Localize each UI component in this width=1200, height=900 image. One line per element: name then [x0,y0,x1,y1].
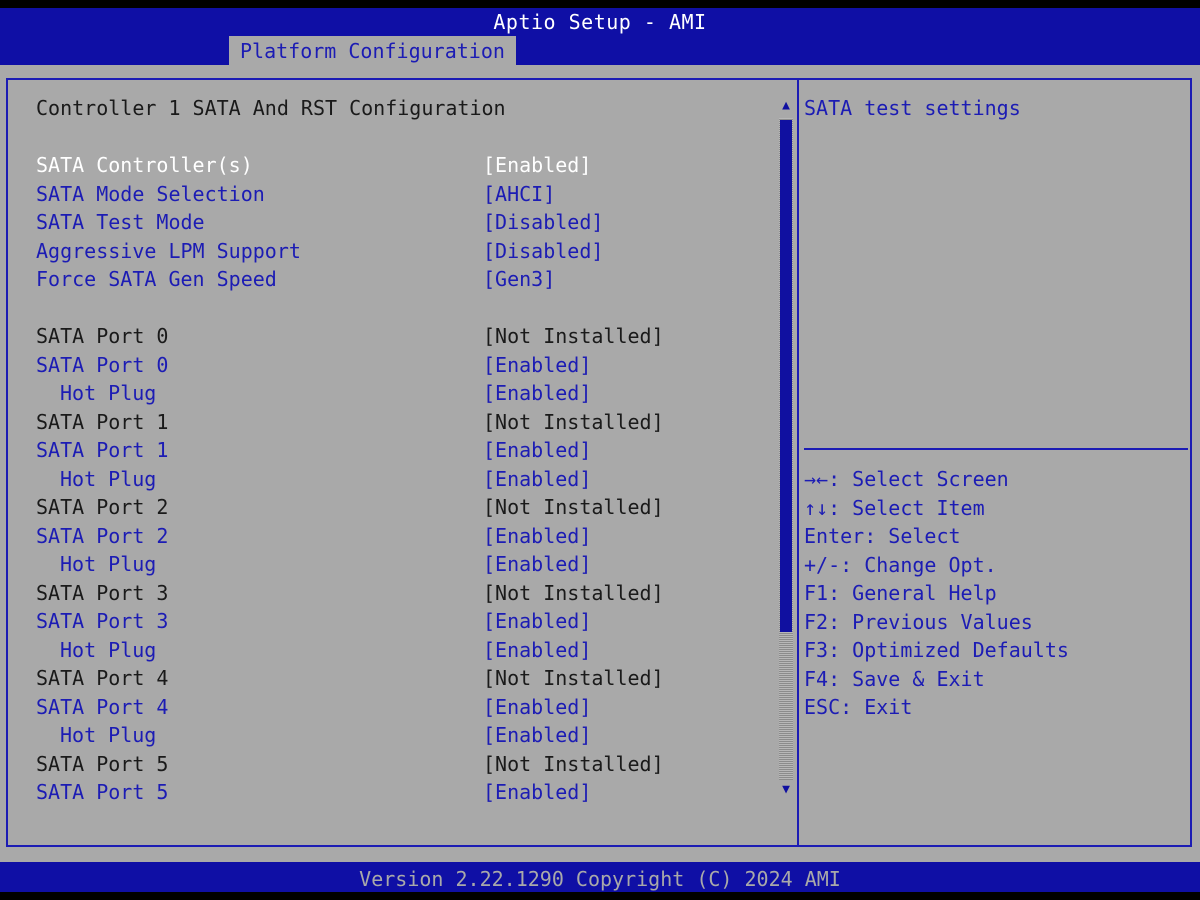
setting-row-hot-plug-3[interactable]: Hot Plug [Enabled] [0,636,780,664]
setting-label: SATA Port 2 [36,524,169,548]
version-text: Version 2.22.1290 Copyright (C) 2024 AMI [359,867,841,891]
setting-row-hot-plug-1[interactable]: Hot Plug [Enabled] [0,465,780,493]
key-hint-esc: ESC: Exit [804,695,913,719]
setting-value[interactable]: [Enabled] [483,778,591,806]
status-row-sata-port-4: SATA Port 4 [Not Installed] [0,664,780,692]
status-row-sata-port-0: SATA Port 0 [Not Installed] [0,322,780,350]
port-label: SATA Port 5 [36,752,169,776]
tab-platform-configuration[interactable]: Platform Configuration [229,36,516,65]
key-hint-select-item: ↑↓: Select Item [804,495,985,520]
setting-label: SATA Controller(s) [36,153,253,177]
scroll-down-arrow-icon[interactable]: ▼ [778,780,794,800]
scrollbar-thumb[interactable] [780,120,792,632]
setting-value[interactable]: [Enabled] [483,522,591,550]
status-row-sata-port-3: SATA Port 3 [Not Installed] [0,579,780,607]
setting-row-force-sata-gen-speed[interactable]: Force SATA Gen Speed [Gen3] [0,265,780,293]
key-hint-f4: F4: Save & Exit [804,666,985,691]
app-title: Aptio Setup - AMI [493,10,707,34]
setting-row-aggressive-lpm[interactable]: Aggressive LPM Support [Disabled] [0,237,780,265]
port-label: SATA Port 4 [36,666,169,690]
setting-row-sata-port-2[interactable]: SATA Port 2 [Enabled] [0,522,780,550]
setting-value[interactable]: [AHCI] [483,180,555,208]
key-hint-change-opt: +/-: Change Opt. [804,552,997,577]
setting-label: SATA Port 4 [36,695,169,719]
port-status: [Not Installed] [483,752,664,776]
setting-row-hot-plug-2[interactable]: Hot Plug [Enabled] [0,550,780,578]
setting-value[interactable]: [Enabled] [483,636,591,664]
setting-value[interactable]: [Enabled] [483,721,591,749]
setting-label: Hot Plug [60,638,157,662]
setting-value[interactable]: [Disabled] [483,237,603,265]
setting-row-sata-controllers[interactable]: SATA Controller(s) [Enabled] [0,151,780,179]
setting-label: SATA Mode Selection [36,182,265,206]
key-hint-enter: Enter: Select [804,524,961,548]
setting-value[interactable]: [Enabled] [483,550,591,578]
key-hint-f3: F3: Optimized Defaults [804,638,1069,662]
setting-row-sata-port-3[interactable]: SATA Port 3 [Enabled] [0,607,780,635]
setting-label: SATA Port 1 [36,438,169,462]
help-description: SATA test settings [804,96,1021,120]
setting-value[interactable]: [Enabled] [483,151,591,179]
setting-row-sata-port-1[interactable]: SATA Port 1 [Enabled] [0,436,780,464]
status-row-sata-port-1: SATA Port 1 [Not Installed] [0,408,780,436]
setting-label: SATA Port 3 [36,609,169,633]
setting-row-hot-plug-0[interactable]: Hot Plug [Enabled] [0,379,780,407]
port-status: [Not Installed] [483,666,664,690]
port-status: [Not Installed] [483,410,664,434]
port-status: [Not Installed] [483,495,664,519]
setting-row-sata-port-5[interactable]: SATA Port 5 [Enabled] [0,778,780,806]
setting-value[interactable]: [Gen3] [483,265,555,293]
setting-label: Hot Plug [60,381,157,405]
setting-label: Aggressive LPM Support [36,239,301,263]
setting-label: Force SATA Gen Speed [36,267,277,291]
setting-row-sata-mode-selection[interactable]: SATA Mode Selection [AHCI] [0,180,780,208]
port-status: [Not Installed] [483,581,664,605]
scroll-up-arrow-icon[interactable]: ▲ [778,96,794,116]
setting-label: Hot Plug [60,467,157,491]
tab-label: Platform Configuration [240,39,505,63]
setting-row-hot-plug-4[interactable]: Hot Plug [Enabled] [0,721,780,749]
setting-label: SATA Test Mode [36,210,205,234]
setting-value[interactable]: [Enabled] [483,693,591,721]
setting-value[interactable]: [Enabled] [483,436,591,464]
setting-value[interactable]: [Enabled] [483,379,591,407]
help-divider [804,448,1188,450]
panel-divider [797,78,799,847]
port-status: [Not Installed] [483,324,664,348]
setting-value[interactable]: [Enabled] [483,465,591,493]
port-label: SATA Port 0 [36,324,169,348]
port-label: SATA Port 3 [36,581,169,605]
status-row-sata-port-2: SATA Port 2 [Not Installed] [0,493,780,521]
setting-value[interactable]: [Enabled] [483,351,591,379]
setting-value[interactable]: [Enabled] [483,607,591,635]
key-hint-select-screen: →←: Select Screen [804,467,1009,491]
status-row-sata-port-5: SATA Port 5 [Not Installed] [0,750,780,778]
setting-row-sata-port-4[interactable]: SATA Port 4 [Enabled] [0,693,780,721]
setting-label: SATA Port 5 [36,780,169,804]
key-hint-f2: F2: Previous Values [804,609,1033,634]
setting-row-sata-port-0[interactable]: SATA Port 0 [Enabled] [0,351,780,379]
section-title: Controller 1 SATA And RST Configuration [36,96,506,120]
port-label: SATA Port 2 [36,495,169,519]
setting-row-sata-test-mode[interactable]: SATA Test Mode [Disabled] [0,208,780,236]
setting-label: Hot Plug [60,552,157,576]
setting-value[interactable]: [Disabled] [483,208,603,236]
key-legend: →←: Select Screen ↑↓: Select Item Enter:… [804,465,1069,722]
port-label: SATA Port 1 [36,410,169,434]
setting-label: Hot Plug [60,723,157,747]
setting-label: SATA Port 0 [36,353,169,377]
key-hint-f1: F1: General Help [804,581,997,605]
